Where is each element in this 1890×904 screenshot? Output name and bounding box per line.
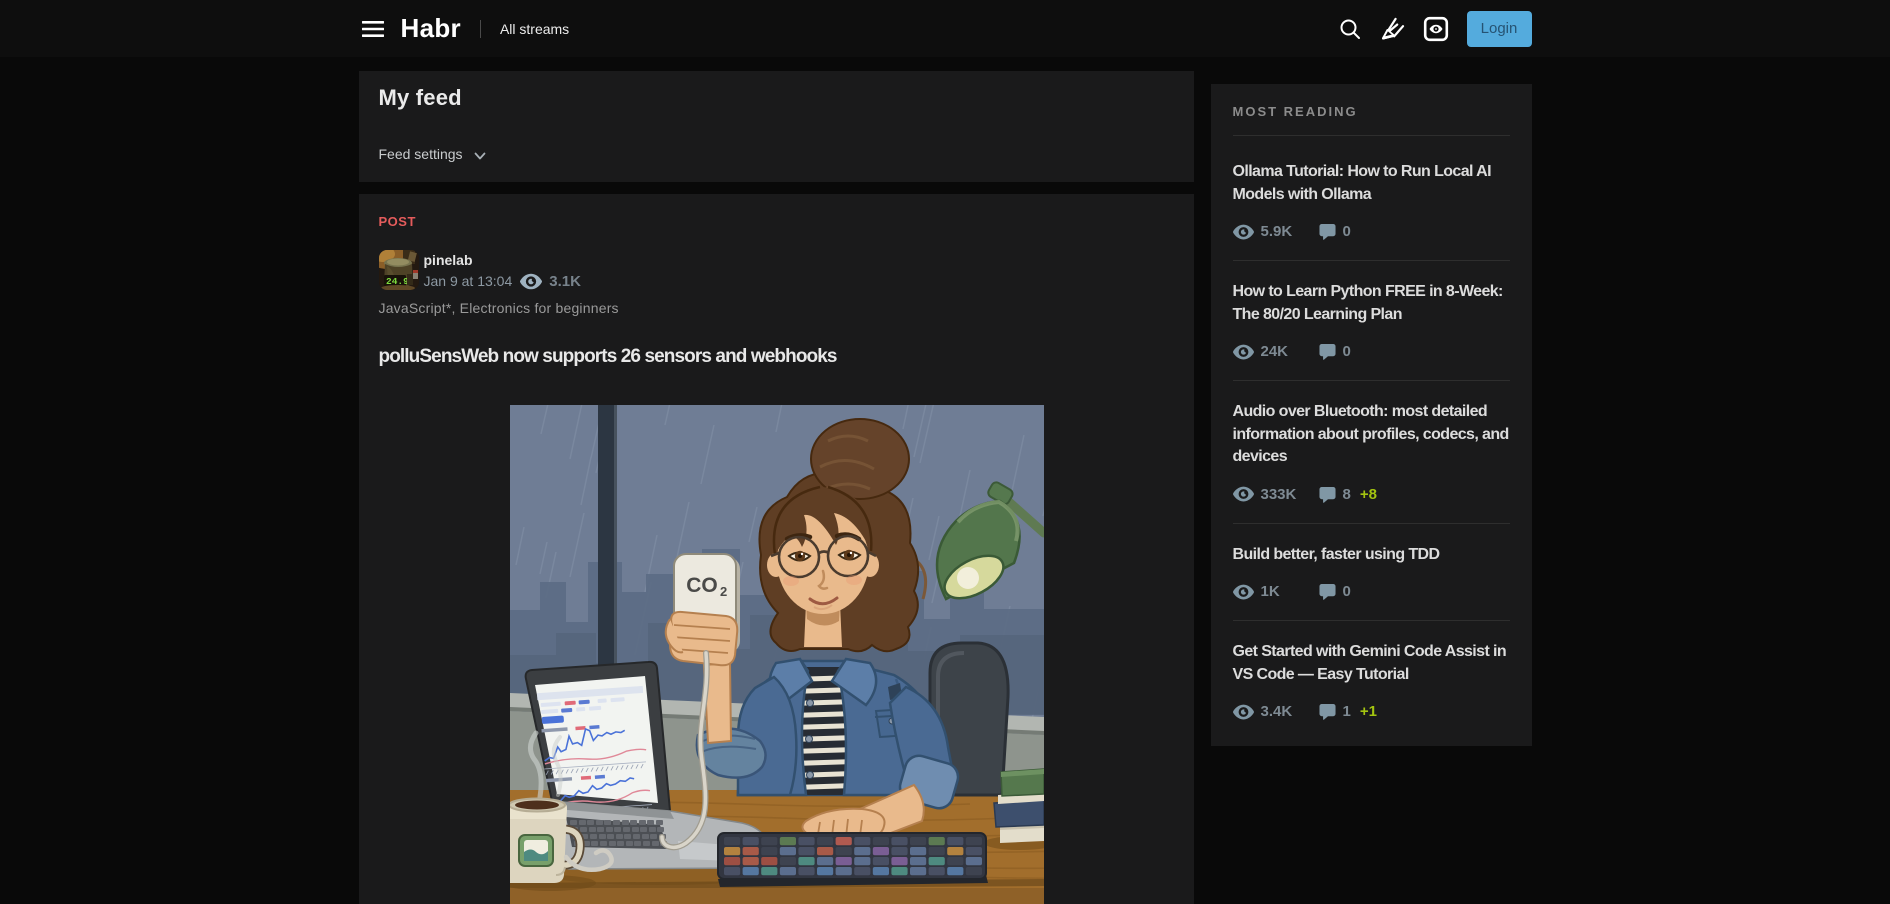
svg-text:CO: CO [686, 574, 718, 597]
svg-text:2: 2 [720, 584, 727, 599]
